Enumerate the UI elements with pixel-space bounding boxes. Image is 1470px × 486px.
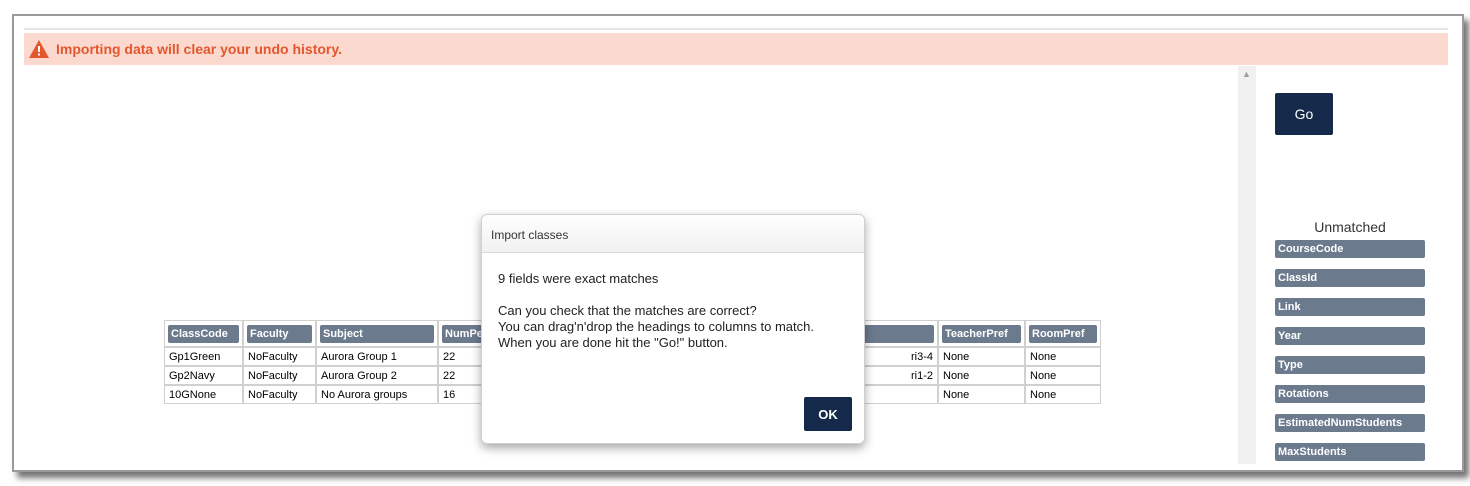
import-classes-dialog: Import classes 9 fields were exact match… bbox=[481, 214, 865, 444]
dialog-line-1: Can you check that the matches are corre… bbox=[498, 303, 757, 318]
unmatched-chip-classid[interactable]: ClassId bbox=[1275, 269, 1425, 287]
header-cell: ClassCode bbox=[164, 320, 243, 347]
top-divider bbox=[24, 28, 1448, 30]
unmatched-chip-coursecode[interactable]: CourseCode bbox=[1275, 240, 1425, 258]
go-button[interactable]: Go bbox=[1275, 93, 1333, 135]
header-cell: Faculty bbox=[243, 320, 316, 347]
dialog-line-3: When you are done hit the "Go!" button. bbox=[498, 335, 728, 350]
warning-text: Importing data will clear your undo hist… bbox=[56, 41, 342, 57]
table-cell: Gp1Green bbox=[164, 347, 243, 366]
unmatched-chip-type[interactable]: Type bbox=[1275, 356, 1425, 374]
table-cell: NoFaculty bbox=[243, 385, 316, 404]
table-cell: Gp2Navy bbox=[164, 366, 243, 385]
header-chip-roompref[interactable]: RoomPref bbox=[1029, 324, 1097, 343]
header-cell: RoomPref bbox=[1025, 320, 1101, 347]
table-cell: None bbox=[938, 385, 1025, 404]
unmatched-title: Unmatched bbox=[1314, 219, 1386, 235]
header-cell: Subject bbox=[316, 320, 438, 347]
dialog-heading: 9 fields were exact matches bbox=[498, 271, 659, 286]
table-cell: No Aurora groups bbox=[316, 385, 438, 404]
table-cell: None bbox=[1025, 385, 1101, 404]
vertical-scrollbar[interactable]: ▲ bbox=[1238, 66, 1256, 464]
dialog-title: Import classes bbox=[482, 215, 864, 253]
table-cell: Aurora Group 1 bbox=[316, 347, 438, 366]
table-cell: None bbox=[1025, 347, 1101, 366]
unmatched-chip-year[interactable]: Year bbox=[1275, 327, 1425, 345]
table-cell: None bbox=[1025, 366, 1101, 385]
header-chip-subject[interactable]: Subject bbox=[320, 324, 434, 343]
ok-button[interactable]: OK bbox=[804, 397, 852, 431]
dialog-body: 9 fields were exact matches Can you chec… bbox=[482, 253, 864, 351]
table-cell: NoFaculty bbox=[243, 366, 316, 385]
table-cell: None bbox=[938, 347, 1025, 366]
header-chip-faculty[interactable]: Faculty bbox=[247, 324, 312, 343]
unmatched-list: CourseCode ClassId Link Year Type Rotati… bbox=[1275, 240, 1425, 472]
header-chip-classcode[interactable]: ClassCode bbox=[168, 324, 239, 343]
table-cell: 10GNone bbox=[164, 385, 243, 404]
table-cell: None bbox=[938, 366, 1025, 385]
scroll-up-icon[interactable]: ▲ bbox=[1242, 69, 1251, 79]
unmatched-chip-link[interactable]: Link bbox=[1275, 298, 1425, 316]
header-chip-teacherpref[interactable]: TeacherPref bbox=[942, 324, 1021, 343]
undo-warning-banner: Importing data will clear your undo hist… bbox=[24, 33, 1448, 65]
unmatched-chip-rotations[interactable]: Rotations bbox=[1275, 385, 1425, 403]
unmatched-chip-estimatednumstudents[interactable]: EstimatedNumStudents bbox=[1275, 414, 1425, 432]
dialog-line-2: You can drag'n'drop the headings to colu… bbox=[498, 319, 814, 334]
header-cell: TeacherPref bbox=[938, 320, 1025, 347]
unmatched-chip-maxstudents[interactable]: MaxStudents bbox=[1275, 443, 1425, 461]
warning-icon bbox=[29, 40, 49, 58]
right-panel: Go Unmatched CourseCode ClassId Link Yea… bbox=[1256, 65, 1446, 465]
header-chip-numperiods[interactable]: NumPe bbox=[442, 324, 486, 343]
table-cell: NoFaculty bbox=[243, 347, 316, 366]
table-cell: Aurora Group 2 bbox=[316, 366, 438, 385]
